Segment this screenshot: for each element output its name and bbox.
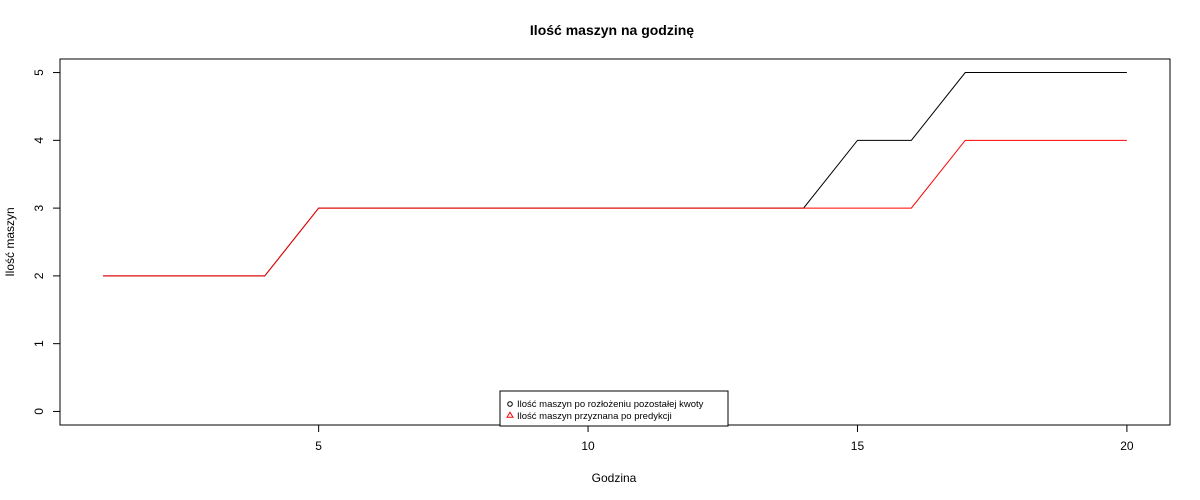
- x-tick-label: 5: [315, 439, 322, 453]
- series-line-1: [103, 72, 1127, 277]
- series-line-2: [103, 139, 1127, 277]
- y-tick-label: 0: [32, 408, 46, 415]
- y-axis: 0 1 2 3 4 5: [32, 69, 60, 415]
- legend-label-series-1: Ilość maszyn po rozłożeniu pozostałej kw…: [517, 399, 704, 410]
- x-tick-label: 20: [1120, 439, 1134, 453]
- series-layer: [103, 72, 1127, 277]
- y-tick-label: 4: [32, 137, 46, 144]
- plot-area-frame: [59, 58, 1171, 426]
- x-axis: 5 10 15 20: [315, 425, 1134, 453]
- legend: Ilość maszyn po rozłożeniu pozostałej kw…: [499, 390, 729, 427]
- x-tick-label: 10: [581, 439, 595, 453]
- legend-label-series-2: Ilość maszyn przyznana po predykcji: [517, 411, 672, 422]
- y-tick-label: 5: [32, 69, 46, 76]
- y-tick-label: 3: [32, 204, 46, 211]
- chart-title: Ilość maszyn na godzinę: [530, 22, 694, 38]
- x-axis-label: Godzina: [592, 471, 637, 485]
- y-tick-label: 2: [32, 272, 46, 279]
- y-tick-label: 1: [32, 340, 46, 347]
- y-axis-label: Ilość maszyn: [3, 207, 17, 276]
- x-tick-label: 15: [851, 439, 865, 453]
- line-chart: Ilość maszyn na godzinę 5 10 15 20 0 1 2 3 4 5 G…: [3, 22, 1171, 485]
